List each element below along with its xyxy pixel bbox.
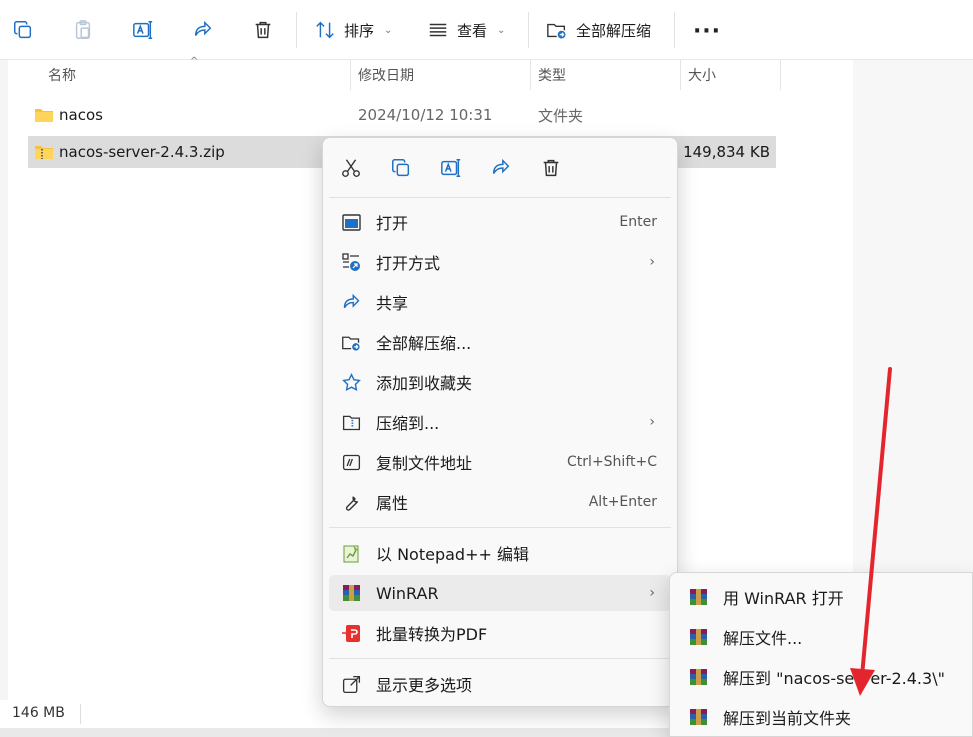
submenu-item-extract-files[interactable]: 解压文件...: [676, 619, 966, 655]
wrench-icon: [345, 496, 359, 511]
winrar-icon: [690, 629, 707, 645]
delete-icon[interactable]: [247, 14, 279, 46]
folder-icon: [35, 109, 53, 122]
sort-icon: [316, 21, 334, 39]
view-label: 查看: [457, 21, 488, 40]
file-modified: 2024/10/12 10:31: [358, 106, 493, 124]
paste-icon[interactable]: [67, 14, 99, 46]
view-button[interactable]: 查看 ⌄: [427, 14, 505, 46]
submenu-item-extract-to-folder[interactable]: 解压到 "nacos-server-2.4.3\": [676, 659, 966, 695]
delete-icon[interactable]: [535, 152, 567, 184]
navigation-pane-edge: [0, 60, 8, 700]
rename-icon[interactable]: [435, 152, 467, 184]
share-icon[interactable]: [187, 14, 219, 46]
menu-item-open-with[interactable]: 打开方式 ›: [329, 244, 671, 280]
column-divider[interactable]: [530, 60, 531, 90]
menu-item-extract-all[interactable]: 全部解压缩...: [329, 324, 671, 360]
command-bar: 排序 ⌄ 查看 ⌄ 全部解压缩 ···: [0, 0, 973, 60]
column-divider[interactable]: [780, 60, 781, 90]
copy-icon[interactable]: [7, 14, 39, 46]
menu-divider: [329, 197, 671, 198]
winrar-icon: [690, 709, 707, 725]
file-size: 149,834 KB: [683, 143, 770, 161]
more-options-icon[interactable]: ···: [692, 18, 722, 44]
open-with-icon: [342, 253, 360, 271]
copy-path-icon: [342, 454, 361, 471]
sort-button[interactable]: 排序 ⌄: [314, 14, 392, 46]
chevron-right-icon: ›: [649, 414, 655, 430]
notepadpp-icon: [343, 545, 359, 563]
submenu-item-open-with-winrar[interactable]: 用 WinRAR 打开: [676, 579, 966, 615]
column-header-modified[interactable]: 修改日期: [358, 60, 414, 90]
star-icon: [342, 373, 361, 392]
pdf-convert-icon: [342, 625, 360, 642]
rename-icon[interactable]: [127, 14, 159, 46]
toolbar-divider: [528, 12, 529, 48]
context-menu: 打开 Enter 打开方式 › 共享 全部解压缩... 添加到收藏夹 压缩到..…: [322, 137, 678, 707]
menu-divider: [329, 658, 671, 659]
winrar-submenu: 用 WinRAR 打开 解压文件... 解压到 "nacos-server-2.…: [669, 572, 973, 737]
zip-folder-icon: [35, 146, 53, 159]
column-divider[interactable]: [350, 60, 351, 90]
menu-item-more-options[interactable]: 显示更多选项: [329, 666, 671, 702]
column-header-type[interactable]: 类型: [538, 60, 566, 90]
menu-divider: [329, 527, 671, 528]
chevron-down-icon: ⌄: [384, 24, 393, 36]
menu-item-winrar[interactable]: WinRAR ›: [329, 575, 671, 611]
file-name: nacos-server-2.4.3.zip: [59, 143, 225, 161]
menu-item-notepadpp[interactable]: 以 Notepad++ 编辑: [329, 535, 671, 571]
sort-ascending-icon: ^: [190, 56, 199, 67]
extract-all-button[interactable]: 全部解压缩: [546, 14, 651, 46]
menu-item-batch-pdf[interactable]: 批量转换为PDF: [329, 615, 671, 651]
context-quick-actions: [323, 138, 677, 196]
winrar-icon: [690, 589, 707, 605]
submenu-item-extract-here[interactable]: 解压到当前文件夹: [676, 699, 966, 735]
winrar-icon: [343, 585, 360, 601]
column-divider[interactable]: [680, 60, 681, 90]
copy-icon[interactable]: [385, 152, 417, 184]
table-row[interactable]: nacos 2024/10/12 10:31 文件夹: [28, 99, 776, 131]
share-icon[interactable]: [485, 152, 517, 184]
compress-icon: [342, 415, 361, 431]
sort-label: 排序: [344, 21, 375, 40]
menu-item-share[interactable]: 共享: [329, 284, 671, 320]
extract-all-icon: [547, 23, 567, 40]
file-name: nacos: [59, 106, 103, 124]
status-size: 146 MB: [12, 705, 65, 721]
extract-all-label: 全部解压缩: [576, 21, 652, 40]
chevron-right-icon: ›: [649, 585, 655, 601]
more-options-icon: [342, 675, 361, 694]
menu-item-add-favorites[interactable]: 添加到收藏夹: [329, 364, 671, 400]
menu-item-properties[interactable]: 属性 Alt+Enter: [329, 484, 671, 520]
file-type: 文件夹: [538, 106, 584, 125]
menu-item-copy-path[interactable]: 复制文件地址 Ctrl+Shift+C: [329, 444, 671, 480]
toolbar-divider: [674, 12, 675, 48]
column-header-name[interactable]: 名称: [48, 60, 76, 90]
winrar-icon: [690, 669, 707, 685]
toolbar-divider: [296, 12, 297, 48]
status-divider: [80, 704, 81, 724]
share-icon: [343, 293, 360, 309]
menu-item-open[interactable]: 打开 Enter: [329, 204, 671, 240]
chevron-down-icon: ⌄: [497, 24, 506, 36]
column-header-size[interactable]: 大小: [688, 60, 716, 90]
chevron-right-icon: ›: [649, 254, 655, 270]
extract-all-icon: [342, 336, 361, 352]
cut-icon[interactable]: [335, 152, 367, 184]
open-icon: [342, 214, 361, 231]
menu-item-compress-to[interactable]: 压缩到... ›: [329, 404, 671, 440]
view-icon: [429, 23, 447, 37]
